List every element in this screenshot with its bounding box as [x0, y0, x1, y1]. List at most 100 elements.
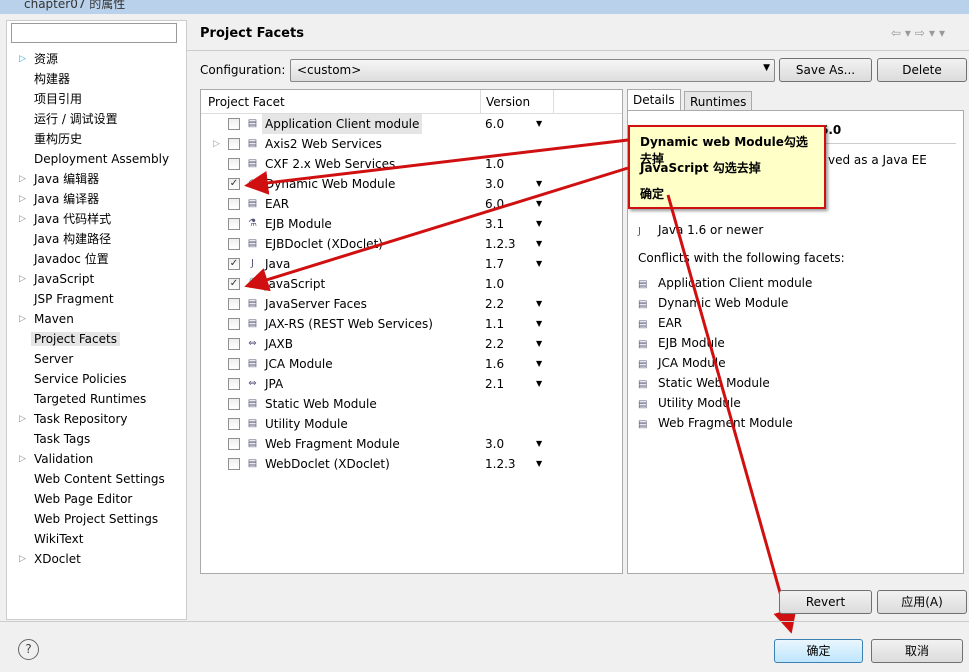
chevron-down-icon[interactable]: ▼ — [536, 294, 542, 314]
cancel-button[interactable]: 取消 — [871, 639, 963, 663]
sidebar-item[interactable]: Server — [7, 349, 187, 369]
sidebar-item[interactable]: JSP Fragment — [7, 289, 187, 309]
sidebar-item[interactable]: ▷ JavaScript — [7, 269, 187, 289]
facet-checkbox[interactable] — [228, 158, 240, 170]
facet-row[interactable]: ✓ J Java 1.7 ▼ — [201, 254, 622, 274]
chevron-down-icon[interactable]: ▼ — [536, 174, 542, 194]
sidebar-item[interactable]: 构建器 — [7, 69, 187, 89]
facet-row[interactable]: ✓ ◉ Dynamic Web Module 3.0 ▼ — [201, 174, 622, 194]
facet-version[interactable]: 1.2.3 — [485, 454, 516, 474]
facet-row[interactable]: ▤ JCA Module 1.6 ▼ — [201, 354, 622, 374]
facet-row[interactable]: ▤ Static Web Module — [201, 394, 622, 414]
configuration-select[interactable]: <custom> ▼ — [290, 59, 775, 82]
facet-version[interactable]: 6.0 — [485, 114, 504, 134]
facet-row[interactable]: ▷ ▤ Axis2 Web Services — [201, 134, 622, 154]
tab-runtimes[interactable]: Runtimes — [684, 91, 753, 111]
sidebar-item[interactable]: ▷ Validation — [7, 449, 187, 469]
sidebar-item[interactable]: WikiText — [7, 529, 187, 549]
facet-checkbox[interactable] — [228, 298, 240, 310]
facet-version[interactable]: 2.2 — [485, 334, 504, 354]
expand-icon[interactable]: ▷ — [19, 209, 26, 229]
facet-row[interactable]: ▤ EJBDoclet (XDoclet) 1.2.3 ▼ — [201, 234, 622, 254]
sidebar-item[interactable]: Project Facets — [7, 329, 187, 349]
menu-icon[interactable]: ▾ — [939, 26, 949, 40]
save-as-button[interactable]: Save As... — [779, 58, 872, 82]
facet-checkbox[interactable] — [228, 438, 240, 450]
facet-version[interactable]: 1.7 — [485, 254, 504, 274]
expand-icon[interactable]: ▷ — [19, 169, 26, 189]
facet-checkbox[interactable] — [228, 418, 240, 430]
facet-row[interactable]: ▤ WebDoclet (XDoclet) 1.2.3 ▼ — [201, 454, 622, 474]
expand-icon[interactable]: ▷ — [213, 134, 220, 154]
facet-version[interactable]: 2.1 — [485, 374, 504, 394]
tab-details[interactable]: Details — [627, 89, 681, 111]
facet-version[interactable]: 1.2.3 — [485, 234, 516, 254]
facet-checkbox[interactable] — [228, 378, 240, 390]
facet-row[interactable]: ▤ EAR 6.0 ▼ — [201, 194, 622, 214]
chevron-down-icon[interactable]: ▼ — [536, 374, 542, 394]
sidebar-item[interactable]: ▷ Maven — [7, 309, 187, 329]
expand-icon[interactable]: ▷ — [19, 189, 26, 209]
expand-icon[interactable]: ▷ — [19, 309, 26, 329]
facet-row[interactable]: ▤ Application Client module 6.0 ▼ — [201, 114, 622, 134]
delete-button[interactable]: Delete — [877, 58, 967, 82]
facet-checkbox[interactable] — [228, 218, 240, 230]
facet-version[interactable]: 3.0 — [485, 434, 504, 454]
forward-icon[interactable]: ⇨▾ — [915, 26, 939, 40]
ok-button[interactable]: 确定 — [774, 639, 863, 663]
facet-row[interactable]: ▤ JavaServer Faces 2.2 ▼ — [201, 294, 622, 314]
sidebar-item[interactable]: Javadoc 位置 — [7, 249, 187, 269]
sidebar-item[interactable]: Targeted Runtimes — [7, 389, 187, 409]
expand-icon[interactable]: ▷ — [19, 269, 26, 289]
facet-row[interactable]: ▤ CXF 2.x Web Services 1.0 — [201, 154, 622, 174]
chevron-down-icon[interactable]: ▼ — [536, 354, 542, 374]
sidebar-item[interactable]: Web Content Settings — [7, 469, 187, 489]
facet-checkbox[interactable] — [228, 338, 240, 350]
facet-checkbox[interactable] — [228, 398, 240, 410]
back-icon[interactable]: ⇦▾ — [891, 26, 915, 40]
facet-checkbox[interactable] — [228, 198, 240, 210]
chevron-down-icon[interactable]: ▼ — [536, 214, 542, 234]
sidebar-item[interactable]: Web Project Settings — [7, 509, 187, 529]
chevron-down-icon[interactable]: ▼ — [536, 334, 542, 354]
facet-row[interactable]: ▤ Utility Module — [201, 414, 622, 434]
chevron-down-icon[interactable]: ▼ — [536, 114, 542, 134]
sidebar-item[interactable]: 重构历史 — [7, 129, 187, 149]
expand-icon[interactable]: ▷ — [19, 549, 26, 569]
sidebar-item[interactable]: Service Policies — [7, 369, 187, 389]
col-version[interactable]: Version — [480, 90, 530, 114]
sidebar-item[interactable]: ▷ Task Repository — [7, 409, 187, 429]
chevron-down-icon[interactable]: ▼ — [536, 254, 542, 274]
facet-version[interactable]: 1.1 — [485, 314, 504, 334]
facet-version[interactable]: 1.6 — [485, 354, 504, 374]
facet-row[interactable]: ▤ JAX-RS (REST Web Services) 1.1 ▼ — [201, 314, 622, 334]
facet-version[interactable]: 3.1 — [485, 214, 504, 234]
chevron-down-icon[interactable]: ▼ — [536, 314, 542, 334]
chevron-down-icon[interactable]: ▼ — [536, 454, 542, 474]
facet-checkbox[interactable] — [228, 318, 240, 330]
sidebar-item[interactable]: ▷ Java 代码样式 — [7, 209, 187, 229]
facet-row[interactable]: ▤ Web Fragment Module 3.0 ▼ — [201, 434, 622, 454]
sidebar-item[interactable]: 项目引用 — [7, 89, 187, 109]
facet-checkbox[interactable] — [228, 238, 240, 250]
facet-checkbox[interactable]: ✓ — [228, 278, 240, 290]
expand-icon[interactable]: ▷ — [19, 409, 26, 429]
apply-button[interactable]: 应用(A) — [877, 590, 967, 614]
sidebar-item[interactable]: ▷ Java 编译器 — [7, 189, 187, 209]
revert-button[interactable]: Revert — [779, 590, 872, 614]
facet-version[interactable]: 3.0 — [485, 174, 504, 194]
facet-version[interactable]: 6.0 — [485, 194, 504, 214]
facet-checkbox[interactable]: ✓ — [228, 178, 240, 190]
facet-version[interactable]: 2.2 — [485, 294, 504, 314]
chevron-down-icon[interactable]: ▼ — [536, 434, 542, 454]
facet-row[interactable]: ⇔ JPA 2.1 ▼ — [201, 374, 622, 394]
expand-icon[interactable]: ▷ — [19, 449, 26, 469]
sidebar-item[interactable]: ▷ Java 编辑器 — [7, 169, 187, 189]
sidebar-item[interactable]: Deployment Assembly — [7, 149, 187, 169]
facet-checkbox[interactable] — [228, 118, 240, 130]
facet-checkbox[interactable] — [228, 358, 240, 370]
sidebar-item[interactable]: 运行 / 调试设置 — [7, 109, 187, 129]
sidebar-item[interactable]: Java 构建路径 — [7, 229, 187, 249]
col-project-facet[interactable]: Project Facet — [208, 90, 285, 114]
facet-checkbox[interactable]: ✓ — [228, 258, 240, 270]
